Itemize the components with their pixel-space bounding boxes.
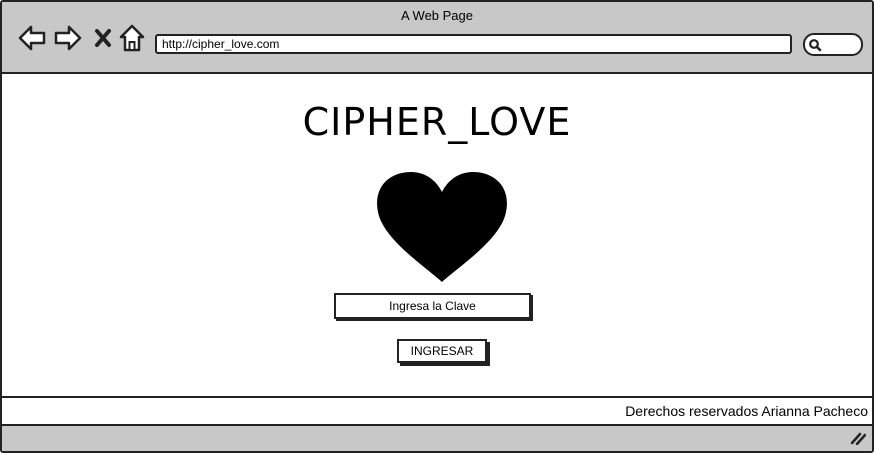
page-title: CIPHER_LOVE	[302, 100, 572, 144]
home-icon	[119, 24, 145, 52]
heart-icon	[377, 172, 507, 282]
key-input[interactable]: Ingresa la Clave	[334, 293, 531, 319]
footer-copyright: Derechos reservados Arianna Pacheco	[625, 403, 868, 419]
arrow-right-icon	[54, 25, 82, 51]
footer: Derechos reservados Arianna Pacheco	[2, 396, 872, 426]
home-button[interactable]	[118, 24, 146, 52]
url-bar[interactable]: http://cipher_love.com	[155, 34, 792, 54]
arrow-left-icon	[18, 25, 46, 51]
page-content: CIPHER_LOVE Ingresa la Clave INGRESAR	[2, 74, 872, 396]
search-icon	[809, 39, 822, 52]
back-button[interactable]	[18, 24, 46, 52]
forward-button[interactable]	[54, 24, 82, 52]
enter-button[interactable]: INGRESAR	[397, 339, 487, 363]
resize-grip-icon[interactable]	[850, 431, 866, 445]
browser-toolbar: A Web Page http://cipher_love.com	[2, 2, 872, 74]
window-title: A Web Page	[400, 8, 474, 23]
stop-button[interactable]	[89, 24, 117, 52]
search-box[interactable]	[803, 33, 863, 56]
close-icon	[95, 29, 111, 47]
browser-window: A Web Page http://cipher_love.com CIPHER…	[0, 0, 874, 453]
status-bar	[2, 426, 872, 451]
